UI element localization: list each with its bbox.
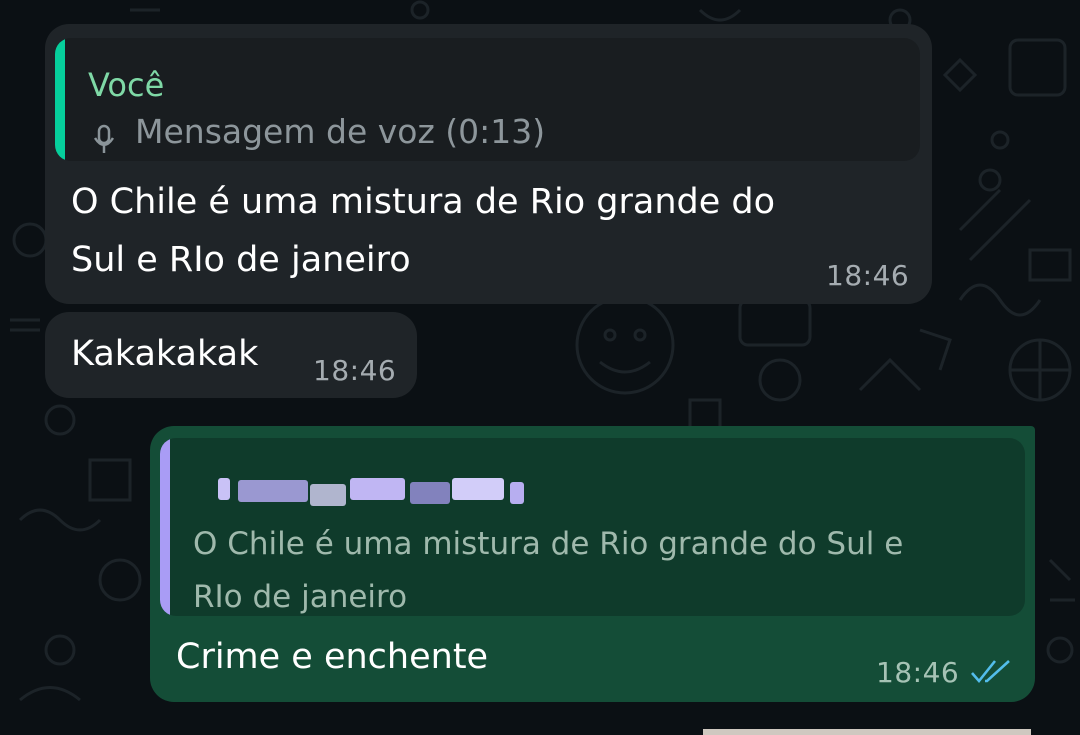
mic-icon	[93, 124, 115, 153]
quoted-message[interactable]: Você Mensagem de voz (0:13)	[55, 38, 920, 161]
incoming-message-bubble[interactable]: Você Mensagem de voz (0:13) O Chile é um…	[45, 24, 932, 304]
message-text: Crime e enchente	[176, 637, 489, 677]
incoming-message-bubble[interactable]: Kakakakak 18:46	[45, 312, 417, 398]
quote-content-text: O Chile é uma mistura de Rio grande do S…	[193, 526, 904, 615]
message-timestamp: 18:46	[826, 259, 910, 292]
message-text: Kakakakak	[71, 334, 259, 374]
next-message-image-partial[interactable]	[703, 729, 1031, 735]
message-timestamp: 18:46	[876, 656, 960, 689]
quote-accent-bar	[160, 438, 170, 616]
quote-content-text: Mensagem de voz (0:13)	[135, 112, 546, 151]
message-text: O Chile é uma mistura de Rio grande do S…	[71, 182, 776, 280]
quoted-message[interactable]: O Chile é uma mistura de Rio grande do S…	[160, 438, 1025, 616]
quote-author-name: Você	[88, 66, 165, 104]
message-timestamp: 18:46	[313, 354, 397, 387]
outgoing-message-bubble[interactable]: O Chile é uma mistura de Rio grande do S…	[150, 426, 1035, 702]
quote-accent-bar	[55, 38, 65, 161]
double-check-read-icon	[971, 660, 1010, 684]
